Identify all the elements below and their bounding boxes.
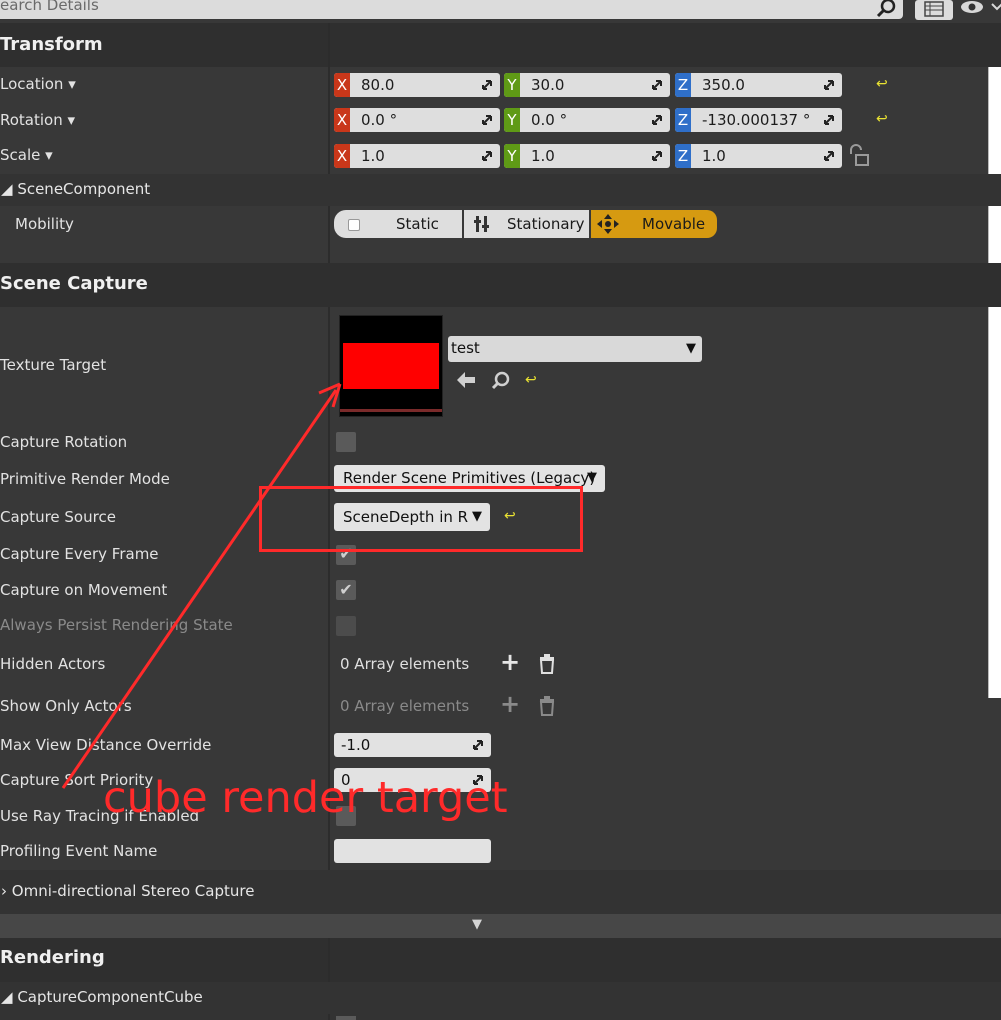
column-divider: [328, 23, 330, 263]
show-only-actors-label: Show Only Actors: [0, 697, 132, 715]
primitive-render-mode-label: Primitive Render Mode: [0, 470, 170, 488]
scale-x-field[interactable]: X 1.0: [334, 144, 500, 168]
browse-search-icon[interactable]: [491, 371, 511, 391]
partial-checkbox[interactable]: [336, 1016, 356, 1020]
drag-handle-icon: [652, 151, 662, 161]
always-persist-label: Always Persist Rendering State: [0, 616, 233, 634]
drag-handle-icon: [482, 115, 492, 125]
capture-rotation-checkbox[interactable]: [336, 432, 356, 452]
advanced-expander[interactable]: ▼: [0, 914, 1001, 938]
trash-icon[interactable]: [538, 654, 556, 674]
scenecomponent-category[interactable]: ◢ SceneComponent: [0, 174, 1001, 206]
list-icon: [924, 1, 944, 17]
drag-handle-icon: [824, 115, 834, 125]
hidden-actors-label: Hidden Actors: [0, 655, 106, 673]
mobility-stationary-button[interactable]: Stationary: [464, 210, 589, 238]
trash-icon[interactable]: [538, 696, 556, 716]
capturecomponentcube-title: ◢ CaptureComponentCube: [1, 988, 203, 1006]
rotation-y-field[interactable]: Y 0.0 °: [504, 108, 670, 132]
scale-label[interactable]: Scale ▾: [0, 146, 53, 164]
static-icon: [348, 219, 360, 231]
texture-asset-picker[interactable]: test ▼: [448, 336, 702, 362]
annotation-highlight-box: [259, 486, 583, 552]
rotation-x-field[interactable]: X 0.0 °: [334, 108, 500, 132]
location-label[interactable]: Location ▾: [0, 75, 76, 93]
profiling-event-name-field[interactable]: [334, 839, 491, 863]
search-icon[interactable]: [876, 0, 898, 18]
omni-stereo-title: › Omni-directional Stereo Capture: [1, 882, 255, 900]
hidden-actors-count: 0 Array elements: [340, 655, 470, 673]
rotation-z-field[interactable]: Z -130.000137 °: [675, 108, 842, 132]
scrollbar[interactable]: [988, 30, 1001, 698]
location-y-field[interactable]: Y 30.0: [504, 73, 670, 97]
capturecomponentcube-category[interactable]: ◢ CaptureComponentCube: [0, 982, 1001, 1020]
visibility-filter-button[interactable]: [958, 0, 1001, 18]
location-x-field[interactable]: X 80.0: [334, 73, 500, 97]
chevron-down-icon: ▼: [472, 917, 482, 932]
add-element-icon[interactable]: +: [500, 690, 520, 718]
drag-handle-icon: [824, 151, 834, 161]
capture-rotation-label: Capture Rotation: [0, 433, 128, 451]
capture-on-movement-label: Capture on Movement: [0, 581, 168, 599]
transform-title: Transform: [0, 34, 103, 55]
column-divider: [328, 1014, 330, 1020]
transform-category-header[interactable]: Transform: [0, 23, 1001, 67]
show-only-actors-count: 0 Array elements: [340, 697, 470, 715]
movable-icon: [597, 214, 619, 234]
max-view-distance-field[interactable]: -1.0: [334, 733, 491, 757]
rendering-category-header[interactable]: Rendering: [0, 938, 1001, 982]
lock-icon[interactable]: [848, 143, 870, 167]
drag-handle-icon: [824, 80, 834, 90]
drag-handle-icon: [652, 115, 662, 125]
add-element-icon[interactable]: +: [500, 648, 520, 676]
capture-every-frame-label: Capture Every Frame: [0, 545, 159, 563]
drag-handle-icon: [482, 80, 492, 90]
omni-stereo-category[interactable]: › Omni-directional Stereo Capture: [0, 870, 1001, 914]
location-z-field[interactable]: Z 350.0: [675, 73, 842, 97]
drag-handle-icon: [652, 80, 662, 90]
max-view-distance-label: Max View Distance Override: [0, 736, 212, 754]
texture-target-label: Texture Target: [0, 356, 107, 374]
rotation-label[interactable]: Rotation ▾: [0, 111, 75, 129]
mobility-label: Mobility: [15, 215, 74, 233]
scenecomponent-title: ◢ SceneComponent: [1, 180, 151, 198]
use-selected-arrow-icon[interactable]: [456, 371, 476, 389]
mobility-movable-button[interactable]: Movable: [591, 210, 717, 238]
scale-y-field[interactable]: Y 1.0: [504, 144, 670, 168]
reset-to-default-icon[interactable]: ↩: [876, 76, 888, 92]
view-options-button[interactable]: [915, 0, 953, 20]
texture-thumbnail[interactable]: [339, 315, 443, 417]
chevron-down-icon: ▼: [587, 470, 597, 485]
drag-handle-icon: [473, 740, 483, 750]
column-divider: [328, 938, 330, 982]
chevron-down-icon: ▼: [686, 341, 696, 356]
capture-source-label: Capture Source: [0, 508, 116, 526]
annotation-text: cube render target: [103, 773, 508, 823]
capture-on-movement-checkbox[interactable]: ✔: [336, 580, 356, 600]
scene-capture-title: Scene Capture: [0, 273, 148, 294]
search-details-input[interactable]: earch Details: [0, 0, 903, 19]
scene-capture-category-header[interactable]: Scene Capture: [0, 263, 1001, 307]
reset-to-default-icon[interactable]: ↩: [525, 372, 537, 388]
reset-to-default-icon[interactable]: ↩: [876, 111, 888, 127]
stationary-icon: [474, 216, 489, 232]
profiling-event-name-label: Profiling Event Name: [0, 842, 158, 860]
drag-handle-icon: [482, 151, 492, 161]
mobility-static-button[interactable]: Static: [334, 210, 462, 238]
always-persist-checkbox: [336, 616, 356, 636]
scale-z-field[interactable]: Z 1.0: [675, 144, 842, 168]
rendering-title: Rendering: [0, 947, 105, 968]
eye-icon: [961, 1, 1001, 13]
